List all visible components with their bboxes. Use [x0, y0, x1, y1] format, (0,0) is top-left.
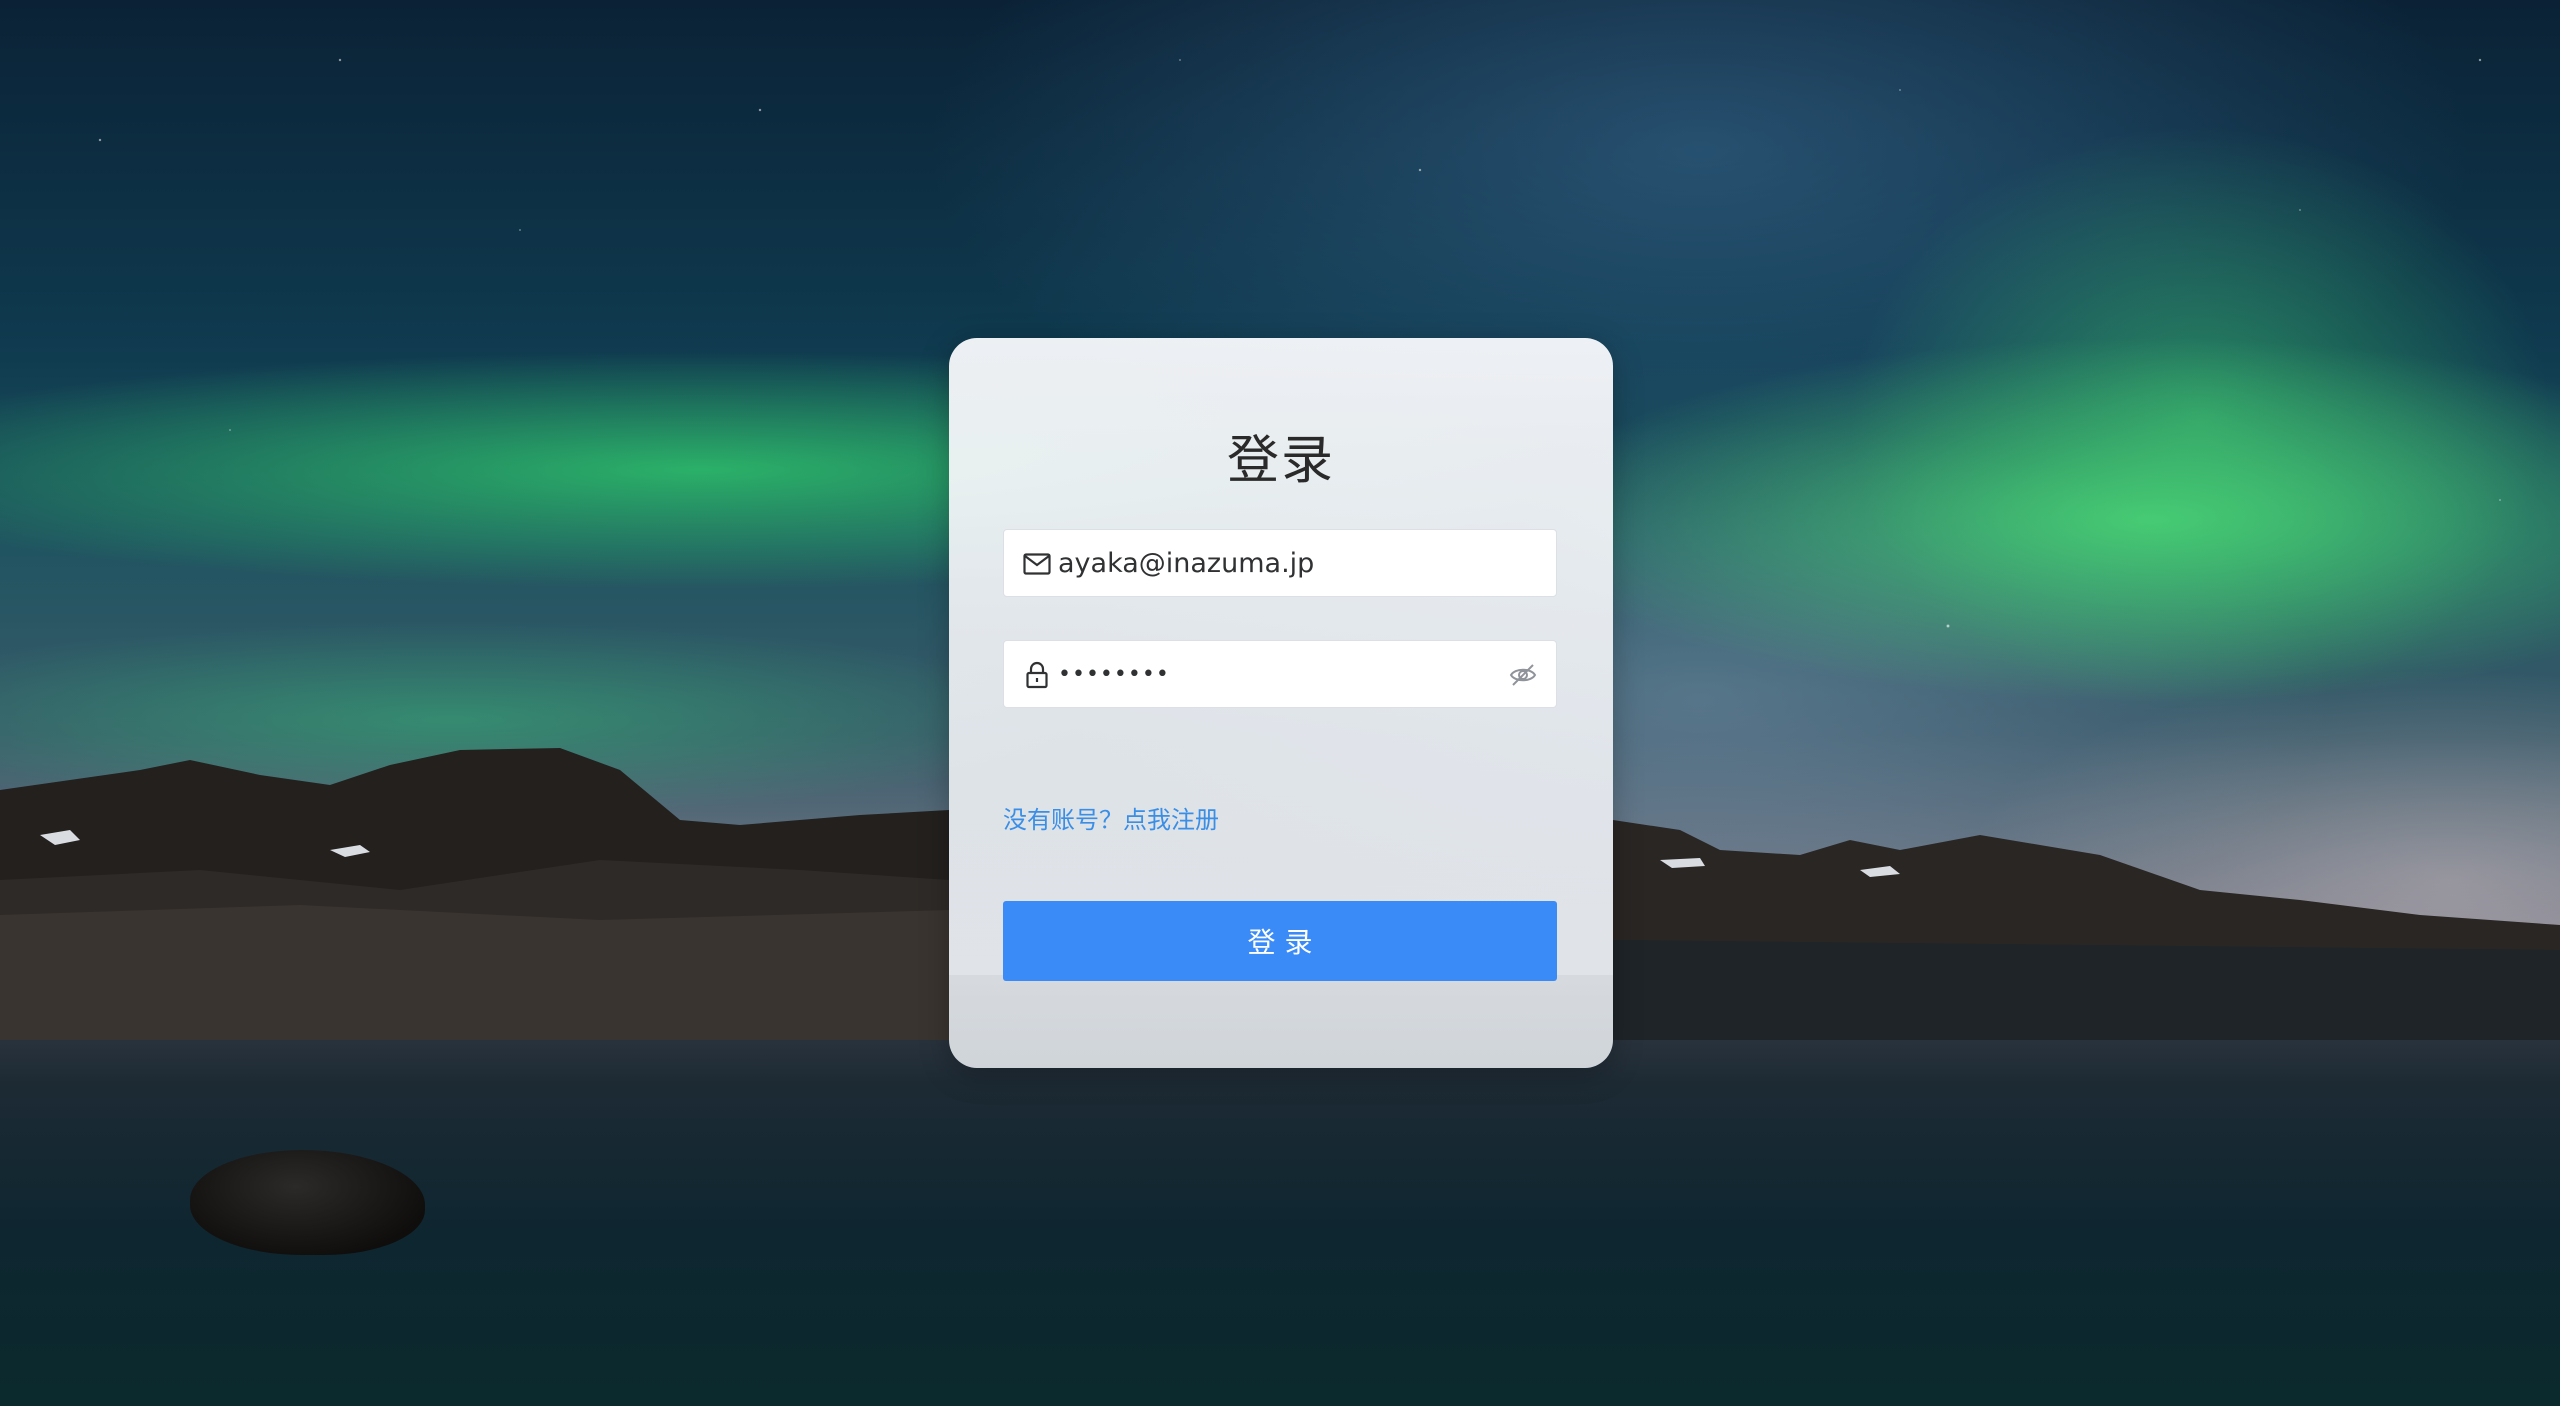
password-field[interactable]: [1003, 640, 1557, 708]
email-input[interactable]: [1058, 530, 1496, 596]
login-title: 登录: [1226, 431, 1335, 491]
email-field[interactable]: [1003, 529, 1557, 597]
shore-rock: [190, 1150, 425, 1255]
mail-icon: [1022, 549, 1052, 579]
eye-off-icon[interactable]: [1508, 660, 1538, 690]
lock-icon: [1022, 660, 1052, 690]
login-button[interactable]: 登 录: [1003, 901, 1557, 981]
login-card: 登录 没有账号？点我注册 登 录: [949, 338, 1613, 1068]
register-link[interactable]: 没有账号？点我注册: [1003, 800, 1219, 835]
password-input[interactable]: [1058, 641, 1496, 707]
